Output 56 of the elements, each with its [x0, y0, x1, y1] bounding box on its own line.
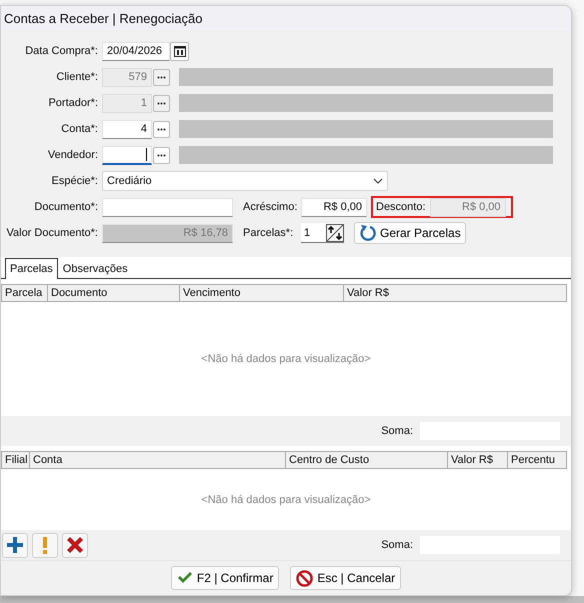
- browse-button[interactable]: [153, 120, 170, 138]
- sum-label: Soma:: [381, 539, 413, 552]
- column-header[interactable]: Filial: [2, 452, 30, 468]
- field-label: Conta*:: [60, 123, 98, 135]
- calendar-button[interactable]: [170, 42, 189, 60]
- discount-field[interactable]: R$ 0,00: [430, 198, 506, 216]
- column-header[interactable]: Documento: [48, 284, 180, 302]
- exclamation-icon: [42, 536, 48, 554]
- field-label: Documento*:: [33, 201, 98, 213]
- ellipsis-icon: [157, 76, 166, 78]
- chevron-down-icon: [373, 178, 383, 184]
- column-header[interactable]: Valor R$: [344, 284, 566, 302]
- delete-button[interactable]: [62, 532, 88, 558]
- browse-button[interactable]: [153, 146, 170, 164]
- refresh-icon: [359, 224, 377, 242]
- calendar-icon: [174, 46, 186, 56]
- column-header[interactable]: Conta: [30, 452, 286, 468]
- field-label: Portador*:: [47, 97, 98, 109]
- sum-label: Soma:: [381, 424, 413, 437]
- column-header[interactable]: Valor R$: [448, 452, 508, 468]
- field-label: Desconto:: [376, 201, 426, 213]
- field-label: Acréscimo:: [243, 201, 297, 213]
- window-title: Contas a Receber | Renegociação: [4, 11, 202, 26]
- confirm-button[interactable]: F2 | Confirmar: [170, 566, 280, 590]
- ellipsis-icon: [157, 102, 166, 104]
- prohibited-icon: [296, 570, 314, 587]
- column-header[interactable]: Percentu: [508, 452, 566, 468]
- plus-icon: [7, 537, 23, 554]
- generate-installments-button[interactable]: Gerar Parcelas: [354, 222, 466, 244]
- field-label: Data Compra*:: [24, 45, 98, 57]
- field-label: Valor Documento*:: [5, 227, 98, 239]
- date-field[interactable]: 20/04/2026: [102, 42, 170, 60]
- column-header[interactable]: Vencimento: [180, 284, 344, 302]
- field-label: Vendedor:: [46, 149, 98, 161]
- empty-message: <Não há dados para visualização>: [201, 494, 371, 506]
- cross-icon: [67, 537, 83, 554]
- surcharge-field[interactable]: R$ 0,00: [301, 198, 367, 216]
- field-label: Cliente*:: [55, 71, 98, 83]
- up-down-arrows-icon: [326, 224, 344, 242]
- installments-spinner[interactable]: 1: [301, 223, 344, 243]
- species-dropdown[interactable]: Crediário: [102, 171, 388, 191]
- ellipsis-icon: [157, 128, 166, 130]
- code-field[interactable]: [102, 146, 152, 164]
- tab[interactable]: Parcelas: [5, 258, 58, 279]
- add-button[interactable]: [2, 532, 28, 558]
- field-label: Espécie*:: [50, 175, 98, 187]
- document-value-field: R$ 16,78: [102, 224, 233, 242]
- code-field[interactable]: 4: [102, 120, 152, 138]
- field-label: Parcelas*:: [243, 227, 294, 239]
- check-icon: [176, 571, 193, 586]
- ellipsis-icon: [157, 154, 166, 156]
- column-header[interactable]: Centro de Custo: [286, 452, 448, 468]
- empty-message: <Não há dados para visualização>: [201, 353, 371, 366]
- cancel-button[interactable]: Esc | Cancelar: [290, 566, 402, 590]
- document-field[interactable]: [102, 198, 233, 216]
- column-header[interactable]: Parcela: [2, 284, 48, 302]
